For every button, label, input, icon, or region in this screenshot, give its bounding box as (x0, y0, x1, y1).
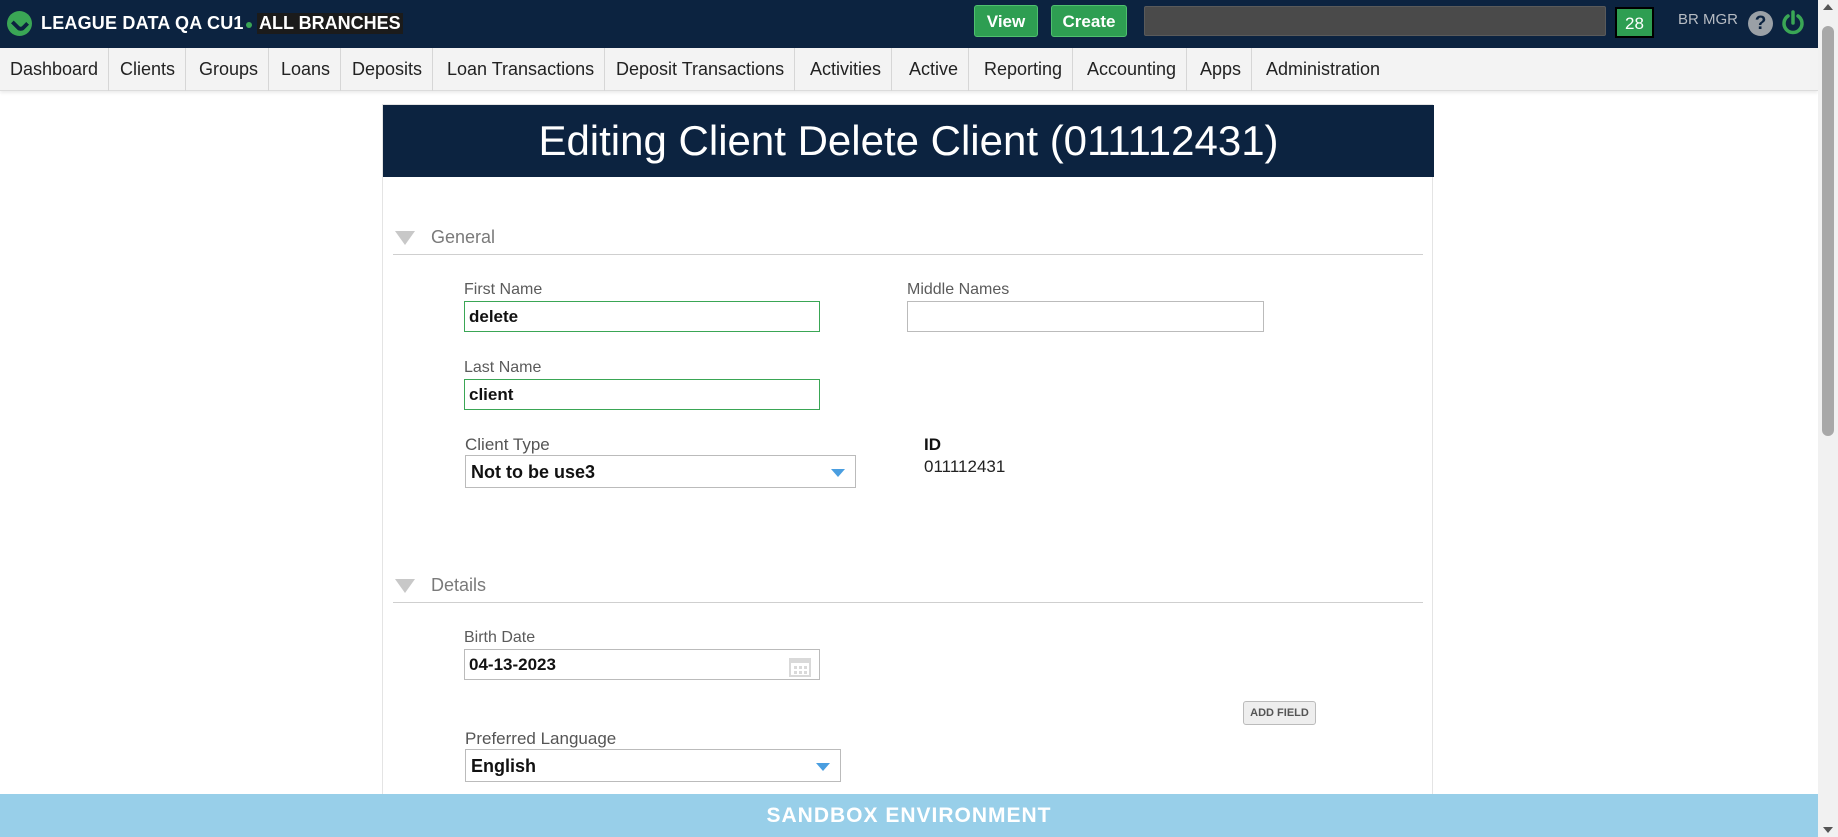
nav-activities[interactable]: Activities (800, 48, 893, 91)
nav-loan-transactions[interactable]: Loan Transactions (437, 48, 606, 91)
middle-names-label: Middle Names (907, 281, 1010, 298)
org-name[interactable]: LEAGUE DATA QA CU1 (41, 13, 244, 34)
nav-clients[interactable]: Clients (110, 48, 187, 91)
view-button[interactable]: View (974, 5, 1038, 37)
power-icon[interactable] (1780, 10, 1806, 36)
main-nav: Dashboard Clients Groups Loans Deposits … (0, 48, 1818, 91)
birth-date-label: Birth Date (464, 629, 536, 646)
birth-date-value: 04-13-2023 (469, 655, 556, 674)
page-title: Editing Client Delete Client (011112431) (383, 105, 1434, 177)
scroll-up-arrow-icon[interactable] (1823, 4, 1833, 10)
section-general-title: General (431, 227, 496, 247)
id-label: ID (924, 435, 941, 454)
section-general-header[interactable]: General (393, 223, 1423, 255)
branch-selector[interactable]: ALL BRANCHES (257, 13, 403, 34)
client-type-value: Not to be use3 (471, 462, 596, 482)
top-bar: LEAGUE DATA QA CU1 ALL BRANCHES View Cre… (0, 0, 1818, 48)
notification-count-badge[interactable]: 28 (1615, 7, 1654, 38)
nav-groups[interactable]: Groups (189, 48, 270, 91)
client-type-label: Client Type (465, 435, 550, 454)
calendar-icon[interactable] (788, 655, 812, 677)
help-icon[interactable]: ? (1748, 11, 1773, 36)
last-name-field[interactable]: client (464, 379, 820, 410)
preferred-language-value: English (471, 756, 537, 776)
collapse-triangle-icon[interactable] (395, 231, 415, 245)
middle-names-field[interactable] (907, 301, 1264, 332)
logo-icon[interactable] (7, 11, 32, 36)
last-name-label: Last Name (464, 359, 542, 376)
preferred-language-label: Preferred Language (465, 729, 617, 748)
branch-status-dot (246, 22, 252, 28)
page-scrollbar[interactable] (1818, 0, 1838, 837)
nav-administration[interactable]: Administration (1256, 48, 1390, 91)
collapse-triangle-icon[interactable] (395, 579, 415, 593)
edit-client-panel: Editing Client Delete Client (011112431)… (382, 104, 1434, 804)
scroll-down-arrow-icon[interactable] (1823, 827, 1833, 833)
nav-active[interactable]: Active (899, 48, 970, 91)
nav-deposit-transactions[interactable]: Deposit Transactions (606, 48, 796, 91)
section-details-title: Details (431, 575, 487, 595)
section-details-header[interactable]: Details (393, 571, 1423, 603)
scroll-thumb[interactable] (1822, 26, 1834, 436)
first-name-field[interactable]: delete (464, 301, 820, 332)
first-name-label: First Name (464, 281, 543, 298)
id-value: 011112431 (924, 457, 1006, 476)
client-type-select[interactable]: Not to be use3 (465, 455, 856, 488)
chevron-down-icon (831, 469, 845, 477)
nav-dashboard[interactable]: Dashboard (0, 48, 110, 91)
search-input[interactable] (1144, 6, 1606, 36)
nav-accounting[interactable]: Accounting (1077, 48, 1188, 91)
environment-banner: SANDBOX ENVIRONMENT (0, 794, 1818, 837)
nav-loans[interactable]: Loans (271, 48, 342, 91)
chevron-down-icon (816, 763, 830, 771)
user-menu[interactable]: BR MGR (1678, 11, 1738, 28)
nav-apps[interactable]: Apps (1190, 48, 1253, 91)
nav-reporting[interactable]: Reporting (974, 48, 1074, 91)
nav-deposits[interactable]: Deposits (342, 48, 434, 91)
add-field-button[interactable]: ADD FIELD (1243, 701, 1316, 725)
create-button[interactable]: Create (1051, 5, 1127, 37)
birth-date-field[interactable]: 04-13-2023 (464, 649, 820, 680)
preferred-language-select[interactable]: English (465, 749, 841, 782)
